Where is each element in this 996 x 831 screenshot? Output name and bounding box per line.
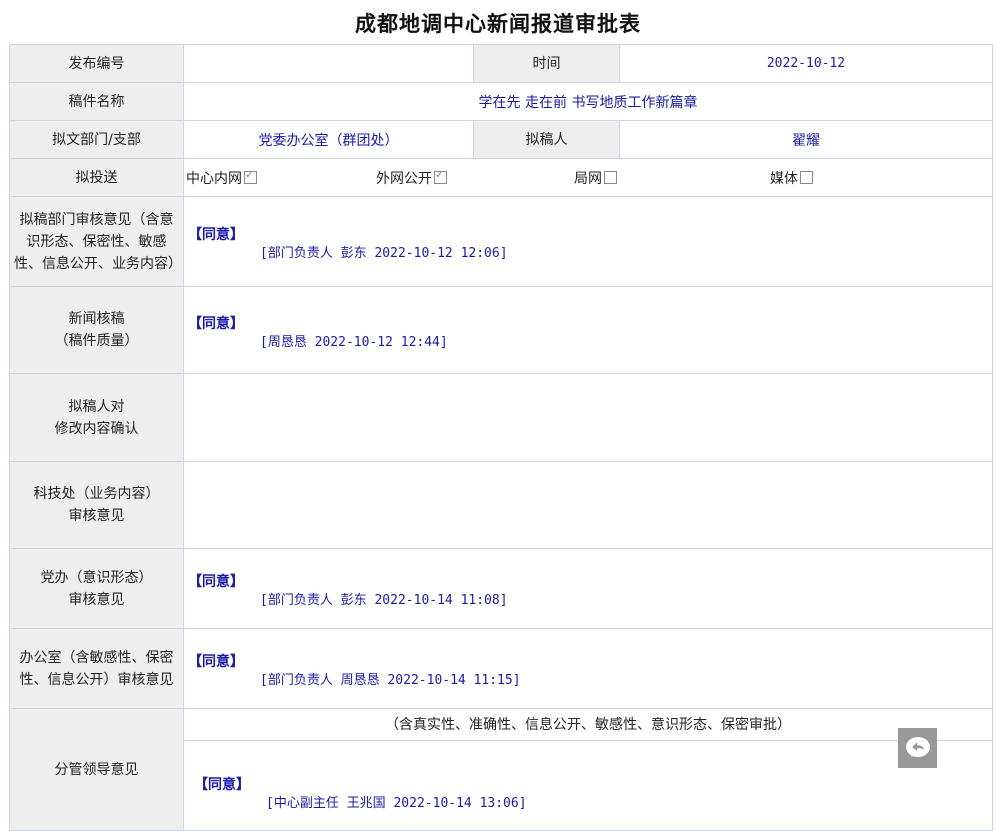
drafter-label: 拟稿人 [473, 120, 620, 159]
send-option-bureau[interactable]: 局网 [572, 168, 770, 188]
send-option-label: 媒体 [770, 170, 798, 187]
row-drafter-confirm: 拟稿人对 修改内容确认 [9, 373, 993, 462]
leader-note-cell: （含真实性、准确性、信息公开、敏感性、意识形态、保密审批） [183, 708, 993, 741]
drafter-confirm-opinion [183, 373, 993, 462]
label-line: 审核意见 [68, 591, 125, 608]
signature: [周恳恳 2022-10-12 12:44] [260, 334, 448, 350]
approval-form-table: 发布编号 时间 2022-10-12 稿件名称 学在先 走在前 书写地质工作新篇… [9, 44, 993, 831]
row-dept-review: 拟稿部门审核意见（含意识形态、保密性、敏感性、信息公开、业务内容） 【同意】 [… [9, 196, 993, 287]
row-release-no: 发布编号 时间 2022-10-12 [9, 44, 993, 83]
checkbox-unchecked-icon[interactable] [604, 170, 617, 184]
row-manuscript-name: 稿件名称 学在先 走在前 书写地质工作新篇章 [9, 82, 993, 121]
row-office-review: 办公室（含敏感性、保密性、信息公开）审核意见 【同意】 [部门负责人 周恳恳 2… [9, 628, 993, 709]
signature: [部门负责人 周恳恳 2022-10-14 11:15] [260, 673, 521, 688]
time-value: 2022-10-12 [619, 44, 993, 83]
reply-button[interactable] [898, 728, 937, 768]
row-send: 拟投送 中心内网 外网公开 局网 媒体 [9, 158, 993, 197]
manuscript-name-label: 稿件名称 [9, 82, 184, 121]
send-option-label: 局网 [574, 170, 602, 187]
signature: [部门负责人 彭东 2022-10-12 12:06] [260, 246, 508, 261]
dept-review-label: 拟稿部门审核意见（含意识形态、保密性、敏感性、信息公开、业务内容） [9, 196, 184, 287]
agree-mark: 【同意】 [194, 777, 250, 793]
label-line: 新闻核稿 [68, 311, 125, 327]
news-review-label: 新闻核稿 （稿件质量） [9, 286, 184, 374]
send-option-label: 外网公开 [376, 170, 432, 187]
send-options-cell: 中心内网 外网公开 局网 媒体 [183, 158, 993, 197]
send-option-public[interactable]: 外网公开 [376, 168, 572, 188]
label-line: 修改内容确认 [54, 420, 139, 437]
manuscript-name-value: 学在先 走在前 书写地质工作新篇章 [183, 82, 993, 121]
row-party-review: 党办（意识形态） 审核意见 【同意】 [部门负责人 彭东 2022-10-14 … [9, 548, 993, 629]
dept-label: 拟文部门/支部 [9, 120, 184, 159]
release-no-value [183, 44, 474, 83]
agree-mark: 【同意】 [188, 227, 244, 243]
release-no-label: 发布编号 [9, 44, 184, 83]
party-review-label: 党办（意识形态） 审核意见 [9, 548, 184, 629]
drafter-value: 翟耀 [619, 120, 993, 159]
leader-opinion: 【同意】 [中心副主任 王兆国 2022-10-14 13:06] [183, 740, 993, 831]
send-label: 拟投送 [9, 158, 184, 197]
label-line: 科技处（业务内容） [33, 486, 160, 502]
label-line: （稿件质量） [54, 333, 139, 349]
leader-label: 分管领导意见 [9, 708, 184, 831]
row-news-review: 新闻核稿 （稿件质量） 【同意】 [周恳恳 2022-10-12 12:44] [9, 286, 993, 374]
row-department: 拟文部门/支部 党委办公室（群团处） 拟稿人 翟耀 [9, 120, 993, 159]
checkbox-checked-icon[interactable] [244, 168, 257, 184]
page-title: 成都地调中心新闻报道审批表 [355, 11, 641, 36]
send-option-media[interactable]: 媒体 [770, 168, 960, 188]
signature: [中心副主任 王兆国 2022-10-14 13:06] [266, 796, 527, 811]
label-line: 拟稿人对 [68, 398, 125, 415]
office-review-opinion: 【同意】 [部门负责人 周恳恳 2022-10-14 11:15] [183, 628, 993, 709]
office-review-label: 办公室（含敏感性、保密性、信息公开）审核意见 [9, 628, 184, 709]
signature: [部门负责人 彭东 2022-10-14 11:08] [260, 593, 508, 608]
agree-mark: 【同意】 [188, 574, 244, 590]
party-review-opinion: 【同意】 [部门负责人 彭东 2022-10-14 11:08] [183, 548, 993, 629]
leader-note: （含真实性、准确性、信息公开、敏感性、意识形态、保密审批） [385, 716, 791, 733]
agree-mark: 【同意】 [188, 654, 244, 670]
checkbox-unchecked-icon[interactable] [800, 170, 813, 184]
reply-icon [905, 737, 930, 757]
tech-review-opinion [183, 461, 993, 549]
drafter-confirm-label: 拟稿人对 修改内容确认 [9, 373, 184, 462]
row-leader-note: 分管领导意见 （含真实性、准确性、信息公开、敏感性、意识形态、保密审批） [9, 708, 993, 831]
time-label: 时间 [473, 44, 620, 83]
dept-review-opinion: 【同意】 [部门负责人 彭东 2022-10-12 12:06] [183, 196, 993, 287]
row-tech-review: 科技处（业务内容） 审核意见 [9, 461, 993, 549]
label-line: 审核意见 [68, 508, 125, 524]
dept-value: 党委办公室（群团处） [183, 120, 474, 159]
tech-review-label: 科技处（业务内容） 审核意见 [9, 461, 184, 549]
news-review-opinion: 【同意】 [周恳恳 2022-10-12 12:44] [183, 286, 993, 374]
send-option-label: 中心内网 [186, 170, 242, 187]
agree-mark: 【同意】 [188, 315, 244, 332]
label-line: 党办（意识形态） [40, 569, 153, 586]
checkbox-checked-icon[interactable] [434, 168, 447, 184]
send-option-intranet[interactable]: 中心内网 [184, 168, 376, 188]
